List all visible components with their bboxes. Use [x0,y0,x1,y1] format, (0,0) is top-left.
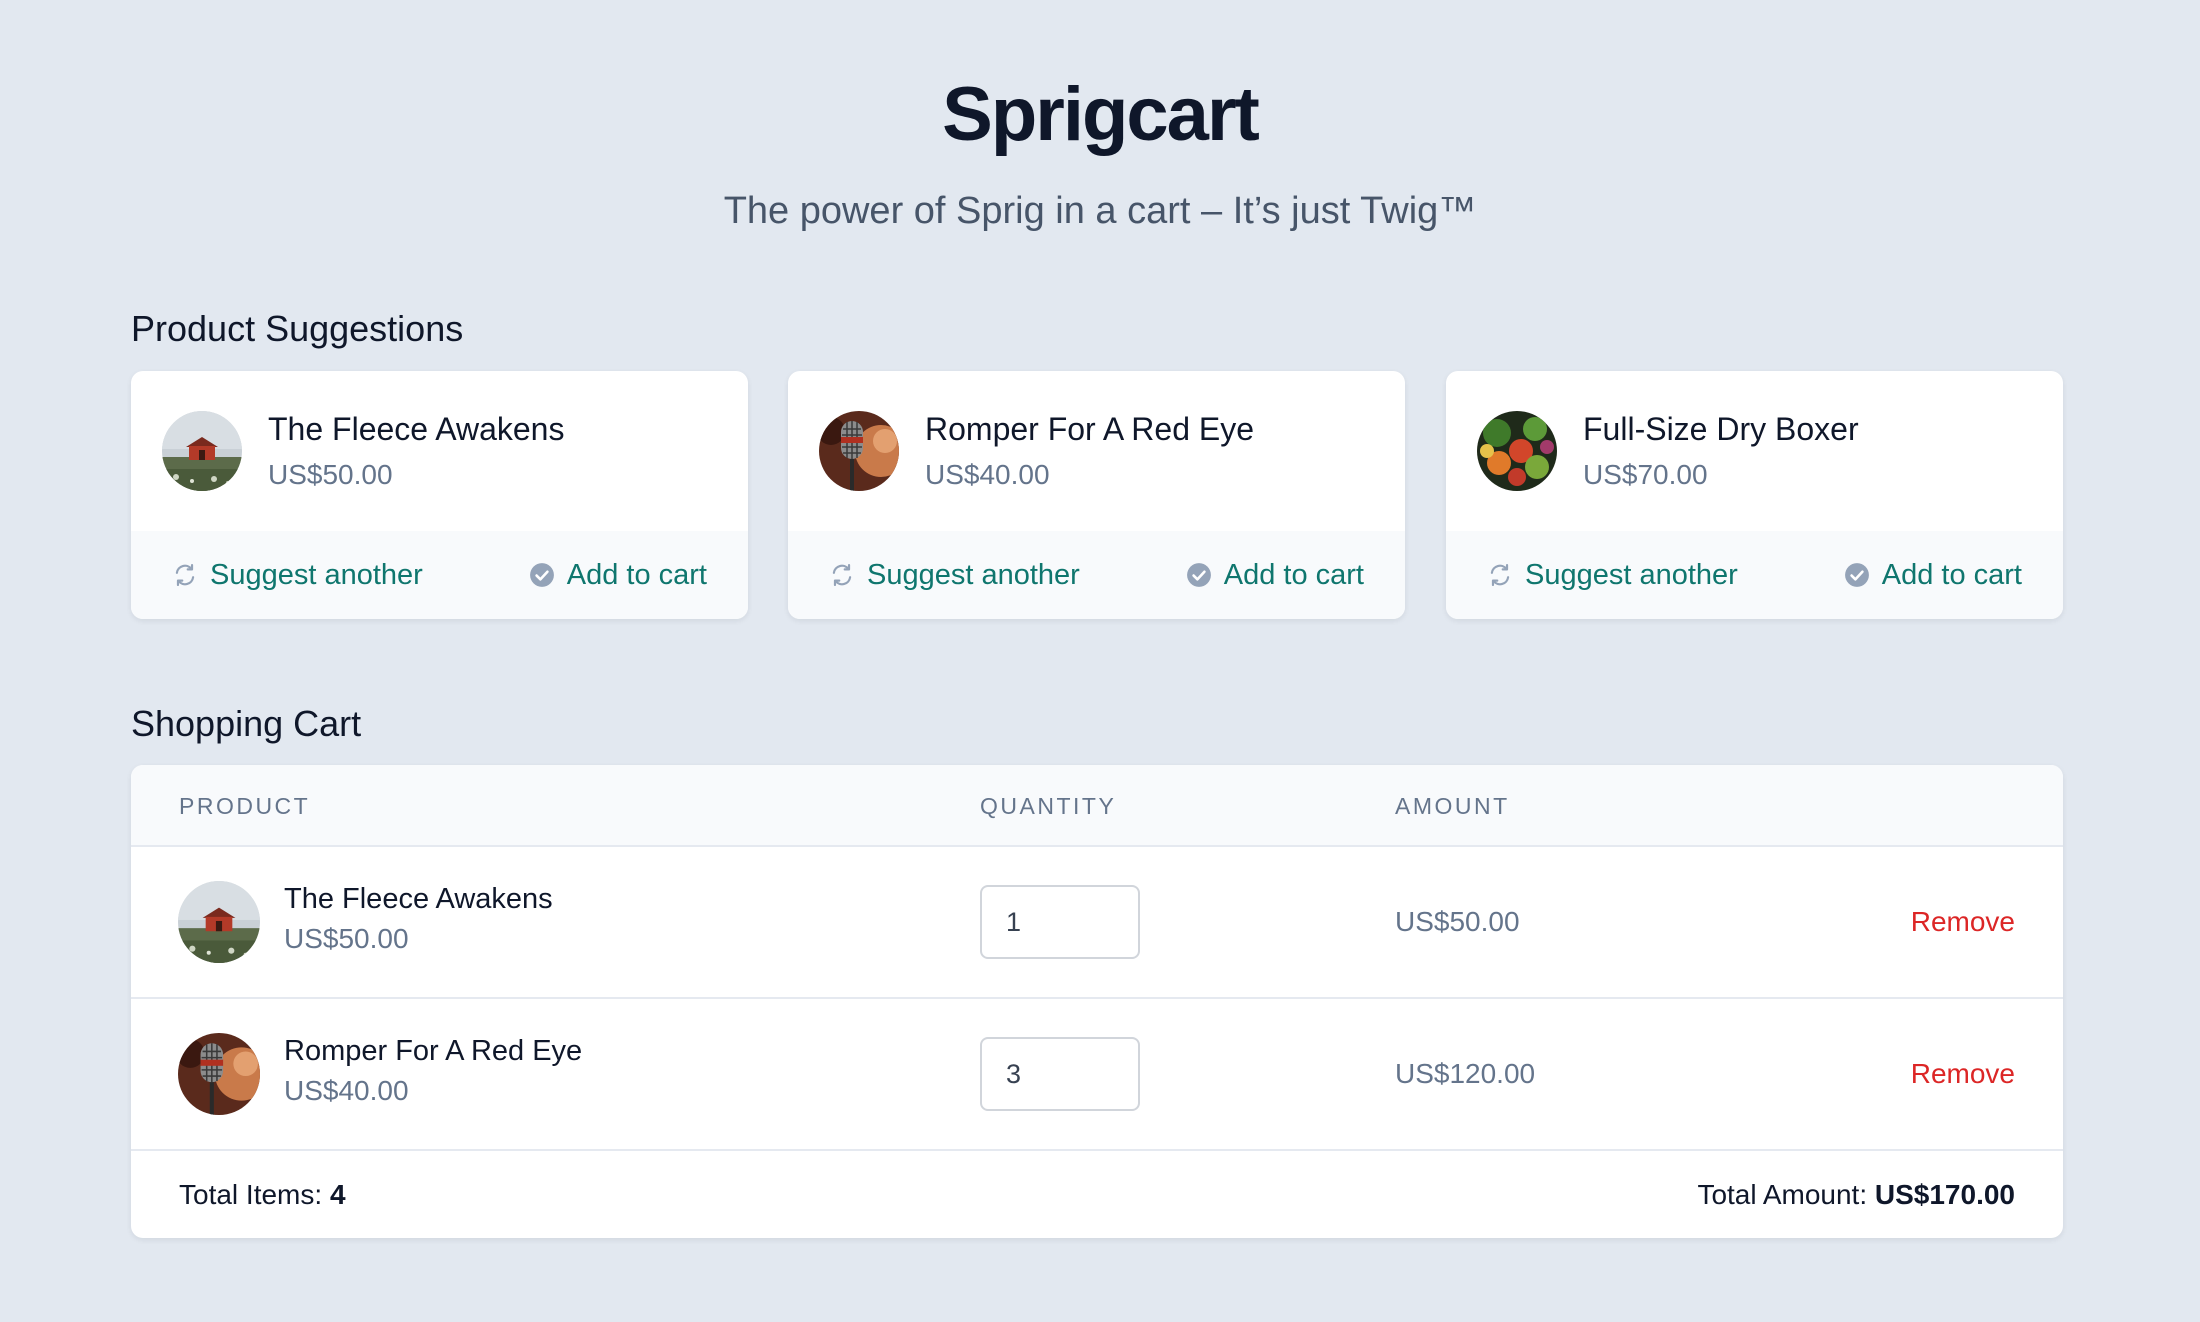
product-name: The Fleece Awakens [284,883,553,915]
total-items: Total Items: 4 [179,1177,346,1213]
check-circle-icon [1186,562,1212,588]
table-row: The Fleece Awakens US$50.00 US$50.00 Rem… [131,847,2063,999]
suggestion-card-actions: Suggest another Add to cart [1446,531,2063,619]
suggest-another-label: Suggest another [210,558,423,591]
suggest-another-label: Suggest another [1525,558,1738,591]
product-name: Romper For A Red Eye [925,411,1255,447]
total-amount-label: Total Amount: [1697,1179,1868,1210]
product-price: US$50.00 [268,459,393,490]
suggest-another-button[interactable]: Suggest another [1487,531,1738,619]
suggestion-card-body: The Fleece Awakens US$50.00 [131,371,748,531]
suggestion-card-body: Romper For A Red Eye US$40.00 [788,371,1405,531]
suggestion-card: Full-Size Dry Boxer US$70.00 Suggest ano… [1446,371,2063,619]
shopping-cart-table: PRODUCT QUANTITY AMOUNT The Fleece Awake… [131,765,2063,1238]
add-to-cart-button[interactable]: Add to cart [1844,531,2022,619]
product-price: US$40.00 [925,459,1050,490]
column-header-quantity: QUANTITY [980,793,1117,819]
product-price: US$50.00 [284,923,409,954]
vintage-microphone-image [819,411,899,491]
product-price: US$40.00 [284,1075,409,1106]
total-amount-value: US$170.00 [1874,1179,2015,1210]
vintage-microphone-image [178,1033,260,1115]
app-subtitle: The power of Sprig in a cart – It’s just… [723,190,1477,232]
column-header-amount: AMOUNT [1395,793,1510,819]
product-name: Romper For A Red Eye [284,1035,583,1067]
app-title: Sprigcart [942,72,1260,157]
product-price: US$70.00 [1583,459,1708,490]
add-to-cart-label: Add to cart [1223,558,1364,591]
add-to-cart-label: Add to cart [566,558,707,591]
suggestion-card: The Fleece Awakens US$50.00 Suggest anot… [131,371,748,619]
product-name: The Fleece Awakens [268,411,565,447]
total-amount: Total Amount: US$170.00 [1697,1177,2015,1213]
vegetables-image [1477,411,1557,491]
product-thumbnail [819,411,899,491]
product-suggestions-heading: Product Suggestions [131,308,464,349]
product-thumbnail [178,1033,260,1115]
shopping-cart-heading: Shopping Cart [131,703,362,744]
quantity-input[interactable] [980,1037,1140,1111]
product-thumbnail [162,411,242,491]
suggestion-card: Romper For A Red Eye US$40.00 Suggest an… [788,371,1405,619]
suggestion-cards: The Fleece Awakens US$50.00 Suggest anot… [131,371,2063,619]
check-circle-icon [1844,562,1870,588]
suggest-another-button[interactable]: Suggest another [172,531,423,619]
suggestion-card-actions: Suggest another Add to cart [788,531,1405,619]
product-name: Full-Size Dry Boxer [1583,411,1859,447]
quantity-input[interactable] [980,885,1140,959]
product-thumbnail [178,881,260,963]
total-items-label: Total Items: [179,1179,323,1210]
cabin-landscape-image [178,881,260,963]
suggestion-card-body: Full-Size Dry Boxer US$70.00 [1446,371,2063,531]
column-header-product: PRODUCT [179,793,311,819]
remove-button[interactable]: Remove [1911,904,2015,940]
table-row: Romper For A Red Eye US$40.00 US$120.00 … [131,999,2063,1151]
remove-button[interactable]: Remove [1911,1056,2015,1092]
refresh-icon [1487,562,1513,588]
refresh-icon [829,562,855,588]
suggest-another-button[interactable]: Suggest another [829,531,1080,619]
add-to-cart-label: Add to cart [1881,558,2022,591]
cart-footer: Total Items: 4 Total Amount: US$170.00 [131,1151,2063,1238]
suggestion-card-actions: Suggest another Add to cart [131,531,748,619]
cabin-landscape-image [162,411,242,491]
check-circle-icon [529,562,555,588]
refresh-icon [172,562,198,588]
add-to-cart-button[interactable]: Add to cart [529,531,707,619]
product-thumbnail [1477,411,1557,491]
line-amount: US$120.00 [1395,1058,1536,1089]
add-to-cart-button[interactable]: Add to cart [1186,531,1364,619]
total-items-value: 4 [329,1179,346,1210]
sprigcart-page: Sprigcart The power of Sprig in a cart –… [0,0,2200,1322]
suggest-another-label: Suggest another [867,558,1080,591]
line-amount: US$50.00 [1395,906,1520,937]
table-header: PRODUCT QUANTITY AMOUNT [131,765,2063,847]
